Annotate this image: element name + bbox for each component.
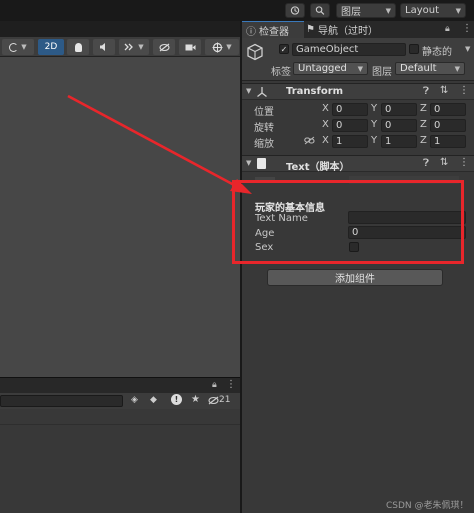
watermark-text: CSDN @老朱佩琪！ xyxy=(386,501,469,511)
arrow-annotation xyxy=(67,94,252,194)
add-component-label: 添加组件 xyxy=(335,274,375,285)
add-component-button[interactable]: 添加组件 xyxy=(267,269,443,286)
